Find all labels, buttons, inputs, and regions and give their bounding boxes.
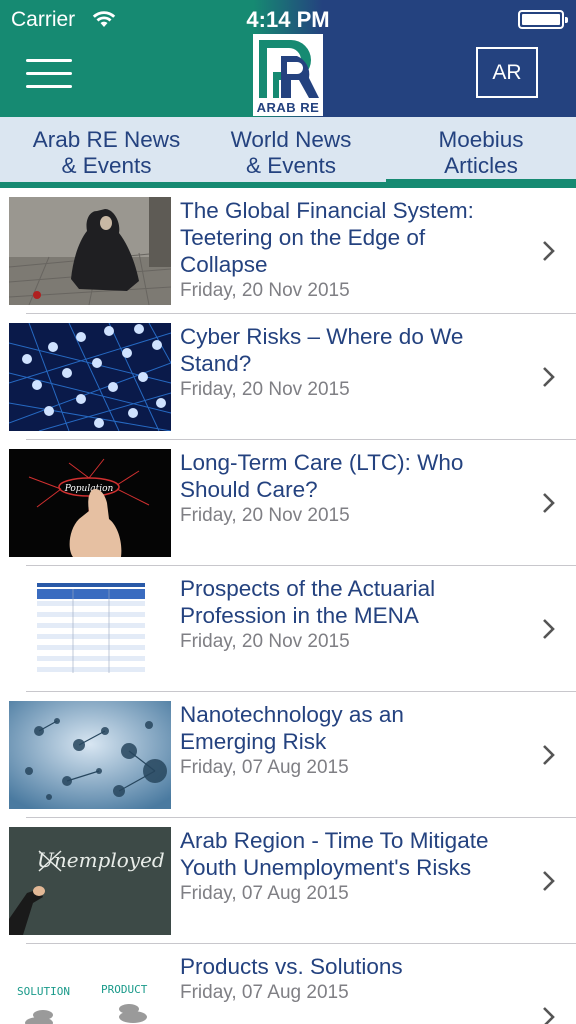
- article-date: Friday, 20 Nov 2015: [180, 379, 350, 400]
- hamburger-menu-button[interactable]: [26, 56, 74, 92]
- article-title-line: Stand?: [180, 351, 252, 376]
- article-date: Friday, 20 Nov 2015: [180, 280, 350, 301]
- tab-label-line: Arab RE News: [32, 126, 181, 152]
- menu-line-icon: [26, 72, 72, 75]
- clock: 4:14 PM: [246, 7, 330, 32]
- article-title: Nanotechnology as an Emerging Risk: [180, 701, 530, 755]
- category-tabs: Arab RE News & Events World News & Event…: [0, 117, 576, 188]
- article-title: Cyber Risks – Where do We Stand?: [180, 323, 530, 377]
- molecules-image: [9, 701, 171, 809]
- article-title: The Global Financial System: Teetering o…: [180, 197, 530, 278]
- article-title-line: Teetering on the Edge of: [180, 225, 426, 250]
- population-label: Population: [64, 484, 114, 494]
- battery-icon: [518, 10, 568, 29]
- article-title-line: Products vs. Solutions: [180, 954, 403, 979]
- article-title-line: Youth Unemployment's Risks: [180, 855, 472, 880]
- chevron-right-icon: [543, 871, 555, 891]
- network-locks-image: [9, 323, 171, 431]
- article-title-line: Cyber Risks – Where do We: [180, 324, 464, 349]
- article-date: Friday, 20 Nov 2015: [180, 505, 350, 526]
- tab-label-line: & Events: [61, 152, 152, 178]
- article-list: The Global Financial System: Teetering o…: [0, 188, 576, 1024]
- article-row[interactable]: Nanotechnology as an Emerging Risk Frida…: [0, 692, 576, 818]
- chevron-right-icon: [543, 619, 555, 639]
- woman-sitting-image: [9, 197, 171, 305]
- article-title-line: Collapse: [180, 252, 268, 277]
- article-title-line: The Global Financial System:: [180, 198, 474, 223]
- article-row[interactable]: Prospects of the Actuarial Profession in…: [0, 566, 576, 692]
- unemployed-label: Unemployed: [37, 848, 165, 872]
- article-title-line: Long-Term Care (LTC): Who: [180, 450, 464, 475]
- population-diagram-image: Population: [9, 449, 171, 557]
- article-title-line: Should Care?: [180, 477, 318, 502]
- chevron-right-icon: [543, 493, 555, 513]
- logo-text: ARAB RE: [253, 100, 323, 116]
- article-title-line: Prospects of the Actuarial: [180, 576, 436, 601]
- article-date: Friday, 20 Nov 2015: [180, 631, 350, 652]
- active-tab-indicator: [386, 179, 576, 188]
- article-row[interactable]: SOLUTION PRODUCT Products vs. Solutions …: [0, 944, 576, 1024]
- tab-label-line: Moebius: [438, 126, 524, 152]
- chevron-right-icon: [543, 745, 555, 765]
- tab-label-line: World News: [230, 126, 352, 152]
- article-row[interactable]: The Global Financial System: Teetering o…: [0, 188, 576, 314]
- article-title-line: Profession in the MENA: [180, 603, 419, 628]
- chevron-right-icon: [543, 367, 555, 387]
- article-title-line: Emerging Risk: [180, 729, 327, 754]
- article-row[interactable]: Unemployed Arab Region - Time To Mitigat…: [0, 818, 576, 944]
- article-title: Arab Region - Time To Mitigate Youth Une…: [180, 827, 530, 881]
- menu-line-icon: [26, 85, 72, 88]
- article-date: Friday, 07 Aug 2015: [180, 883, 349, 904]
- chevron-right-icon: [543, 241, 555, 261]
- tab-label: Moebius Articles: [438, 127, 523, 179]
- article-title: Products vs. Solutions: [180, 953, 530, 980]
- arab-re-logo: ARAB RE: [253, 34, 323, 116]
- solution-product-image: SOLUTION PRODUCT: [9, 953, 171, 1024]
- tab-label-line: & Events: [245, 152, 337, 178]
- logo-mark-icon: [253, 34, 323, 100]
- actuarial-table-image: [9, 575, 171, 683]
- article-row[interactable]: Population Long-Term Care (LTC): Who Sho…: [0, 440, 576, 566]
- product-label: PRODUCT: [101, 983, 148, 996]
- article-row[interactable]: Cyber Risks – Where do We Stand? Friday,…: [0, 314, 576, 440]
- chalkboard-unemployed-image: Unemployed: [9, 827, 171, 935]
- tab-label-line: Articles: [444, 152, 518, 178]
- app-header: Carrier 4:14 PM ARAB RE AR: [0, 0, 576, 117]
- article-title-line: Nanotechnology as an: [180, 702, 404, 727]
- article-title-line: Arab Region - Time To Mitigate: [180, 828, 489, 853]
- chevron-right-icon: [543, 1007, 555, 1024]
- article-date: Friday, 07 Aug 2015: [180, 757, 349, 778]
- tab-arab-re-news[interactable]: Arab RE News & Events: [0, 117, 213, 188]
- tab-label: World News & Events: [231, 127, 352, 179]
- tab-label: Arab RE News & Events: [33, 127, 181, 179]
- language-toggle-button[interactable]: AR: [476, 47, 538, 98]
- tab-moebius-articles[interactable]: Moebius Articles: [386, 117, 576, 188]
- solution-label: SOLUTION: [17, 985, 70, 998]
- article-title: Long-Term Care (LTC): Who Should Care?: [180, 449, 530, 503]
- article-date: Friday, 07 Aug 2015: [180, 982, 349, 1003]
- menu-line-icon: [26, 59, 72, 62]
- article-title: Prospects of the Actuarial Profession in…: [180, 575, 530, 629]
- tab-world-news[interactable]: World News & Events: [190, 117, 392, 188]
